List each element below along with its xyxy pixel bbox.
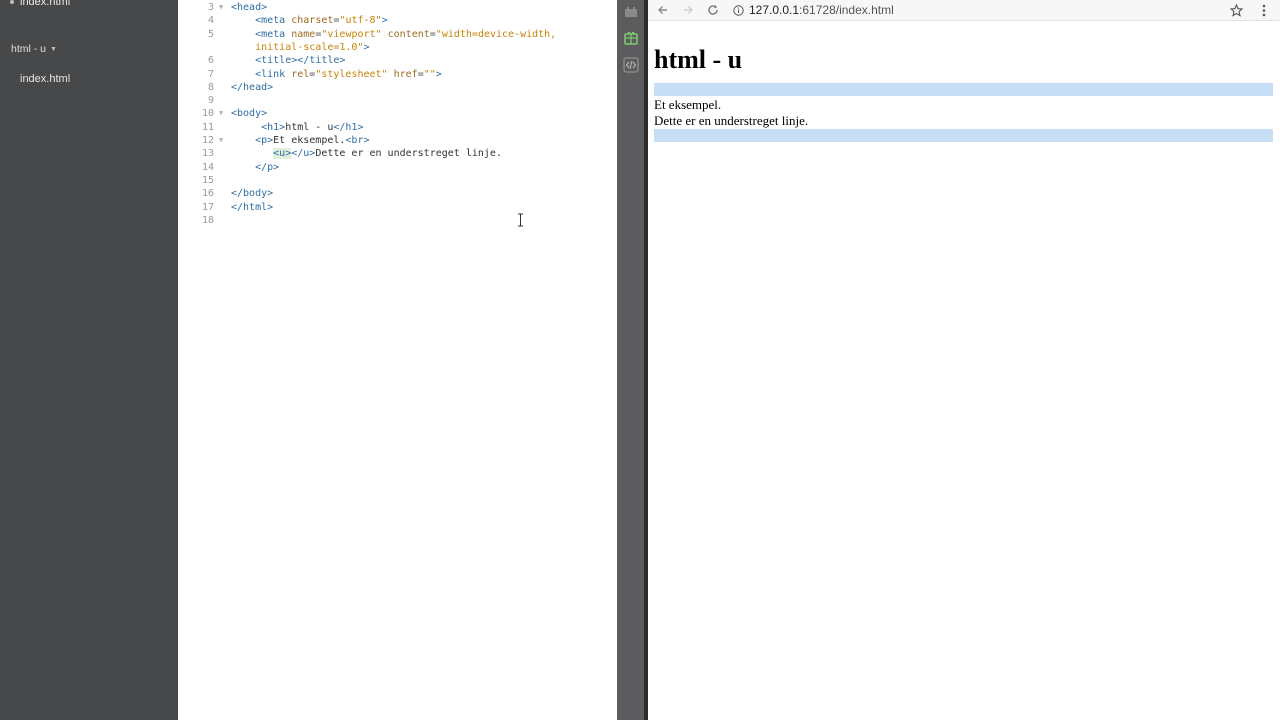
code-text: </head> <box>231 81 274 93</box>
code-line[interactable]: 9 <box>178 94 617 107</box>
reload-icon[interactable] <box>703 0 723 20</box>
kebab-menu-icon[interactable] <box>1255 0 1273 20</box>
live-preview-icon[interactable] <box>621 2 640 21</box>
code-text: <meta charset="utf-8"> <box>255 15 388 27</box>
code-text: <u></u>Dette er en understreget linje. <box>273 148 502 160</box>
line-number: 11 <box>201 121 214 133</box>
code-line[interactable]: initial-scale=1.0"> <box>178 41 617 54</box>
line-number: 14 <box>201 161 214 173</box>
working-file-item[interactable]: index.html <box>10 0 70 8</box>
line-number: 8 <box>207 81 214 93</box>
code-line[interactable]: 10 ▼ <body> <box>178 107 617 120</box>
line-number: 5 <box>207 28 214 40</box>
code-text: <head> <box>231 2 268 13</box>
code-line[interactable]: 5 <meta name="viewport" content="width=d… <box>178 28 617 41</box>
code-text: <p>Et eksempel.<br> <box>255 135 370 146</box>
code-text: <title></title> <box>255 55 346 67</box>
file-sidebar: index.html html - u ▼ index.html <box>0 0 178 720</box>
file-dot-icon <box>10 0 14 4</box>
code-line[interactable]: 12 ▼ <p>Et eksempel.<br> <box>178 134 617 147</box>
project-dropdown[interactable]: html - u ▼ <box>11 43 57 55</box>
highlight-band-top <box>654 83 1273 96</box>
paragraph-line-1: Et eksempel. <box>654 97 722 112</box>
line-number: 15 <box>201 174 214 186</box>
line-number: 3 <box>207 2 214 13</box>
code-icon[interactable] <box>621 55 640 74</box>
highlight-band-bottom <box>654 129 1273 142</box>
code-line[interactable]: 13 <u></u>Dette er en understreget linje… <box>178 147 617 160</box>
browser-toolbar: 127.0.0.1:61728/index.html <box>648 0 1280 21</box>
code-line[interactable]: 18 <box>178 214 617 227</box>
file-tree-item[interactable]: index.html <box>20 73 70 85</box>
code-text: </body> <box>231 188 274 200</box>
code-line[interactable]: 7 <link rel="stylesheet" href=""> <box>178 68 617 81</box>
code-line[interactable]: 11 <h1>html - u</h1> <box>178 121 617 134</box>
line-number: 17 <box>201 201 214 213</box>
code-text: initial-scale=1.0"> <box>255 41 370 53</box>
star-icon[interactable] <box>1226 0 1246 20</box>
line-number: 6 <box>207 55 214 67</box>
code-text: <h1>html - u</h1> <box>261 121 364 133</box>
fold-arrow-icon[interactable]: ▼ <box>219 107 223 120</box>
code-line[interactable]: 3 ▼ <head> <box>178 1 617 14</box>
code-text: <body> <box>231 108 268 120</box>
page-heading: html - u <box>654 45 743 74</box>
line-number: 4 <box>207 15 214 27</box>
url-path: :61728/index.html <box>799 3 894 17</box>
working-file-label: index.html <box>20 0 71 8</box>
code-line[interactable]: 17 </html> <box>178 201 617 214</box>
code-text: <link rel="stylesheet" href=""> <box>255 68 442 80</box>
code-line[interactable]: 15 <box>178 174 617 187</box>
line-number: 16 <box>201 188 214 200</box>
code-text: </html> <box>231 201 274 213</box>
browser-window: 127.0.0.1:61728/index.html html - u Et e… <box>648 0 1280 720</box>
paragraph-line-2: Dette er en understreget linje. <box>654 113 809 128</box>
forward-arrow-icon[interactable] <box>678 0 698 20</box>
url-host: 127.0.0.1 <box>749 3 800 17</box>
line-number: 13 <box>201 148 214 160</box>
code-line[interactable]: 16 </body> <box>178 187 617 200</box>
line-number: 9 <box>207 95 214 107</box>
code-editor[interactable]: 3 ▼ <head> 4 <meta charset="utf-8"> 5 <meta … <box>178 0 617 720</box>
extension-icon[interactable] <box>621 28 640 47</box>
address-bar[interactable]: 127.0.0.1:61728/index.html <box>733 0 894 20</box>
line-number: 10 <box>201 108 214 120</box>
code-line[interactable]: 14 </p> <box>178 161 617 174</box>
chevron-down-icon: ▼ <box>50 45 57 53</box>
code-text: </p> <box>255 161 280 173</box>
fold-arrow-icon[interactable]: ▼ <box>219 134 223 147</box>
code-line[interactable]: 8 </head> <box>178 81 617 94</box>
line-number: 7 <box>207 68 214 80</box>
project-name: html - u <box>11 43 47 55</box>
code-text: <meta name="viewport" content="width=dev… <box>255 28 557 40</box>
code-line[interactable]: 6 <title></title> <box>178 54 617 67</box>
code-line[interactable]: 4 <meta charset="utf-8"> <box>178 14 617 27</box>
fold-arrow-icon[interactable]: ▼ <box>219 1 223 14</box>
back-arrow-icon[interactable] <box>653 0 673 20</box>
tool-strip <box>617 0 644 720</box>
info-icon <box>733 4 744 16</box>
line-number: 12 <box>201 135 214 146</box>
line-number: 18 <box>201 214 214 226</box>
